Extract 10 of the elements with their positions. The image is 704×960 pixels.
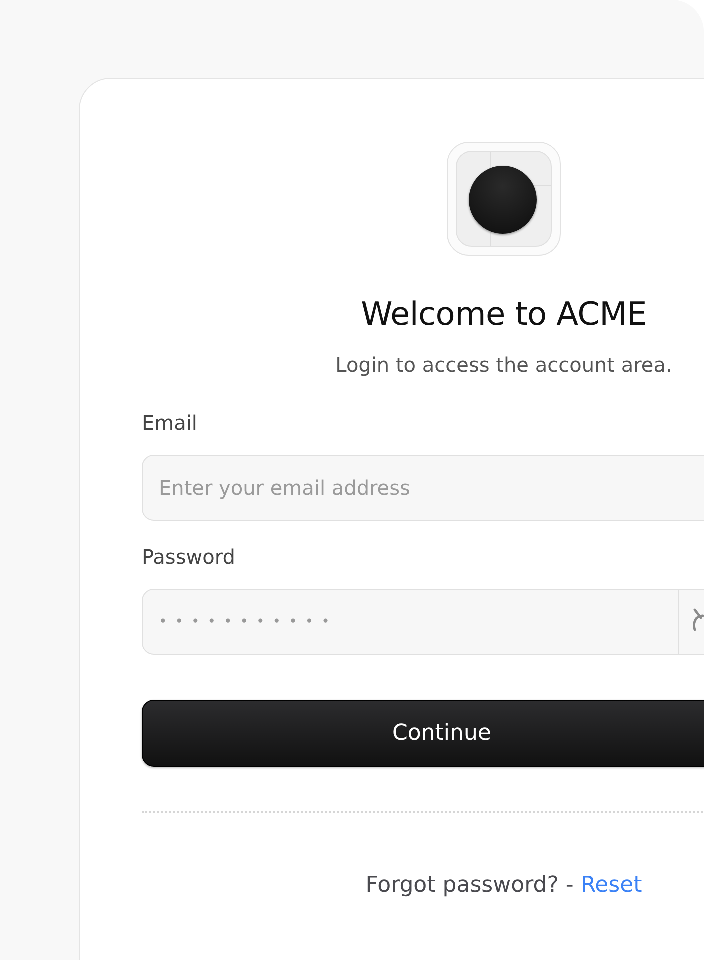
continue-button[interactable]: Continue [142, 700, 704, 767]
forgot-password-text: Forgot password? - [366, 873, 574, 898]
field-label: Email [142, 410, 198, 437]
email-field[interactable]: Enter your email address [142, 455, 704, 521]
reset-link[interactable]: Reset [580, 873, 642, 898]
subtitle: Login to access the account area. [334, 352, 674, 379]
logo-icon [447, 142, 561, 256]
field-label: Password [142, 544, 236, 571]
welcome-title: Welcome to ACME [360, 294, 648, 335]
password-field[interactable]: ••••••••••• [142, 589, 704, 655]
